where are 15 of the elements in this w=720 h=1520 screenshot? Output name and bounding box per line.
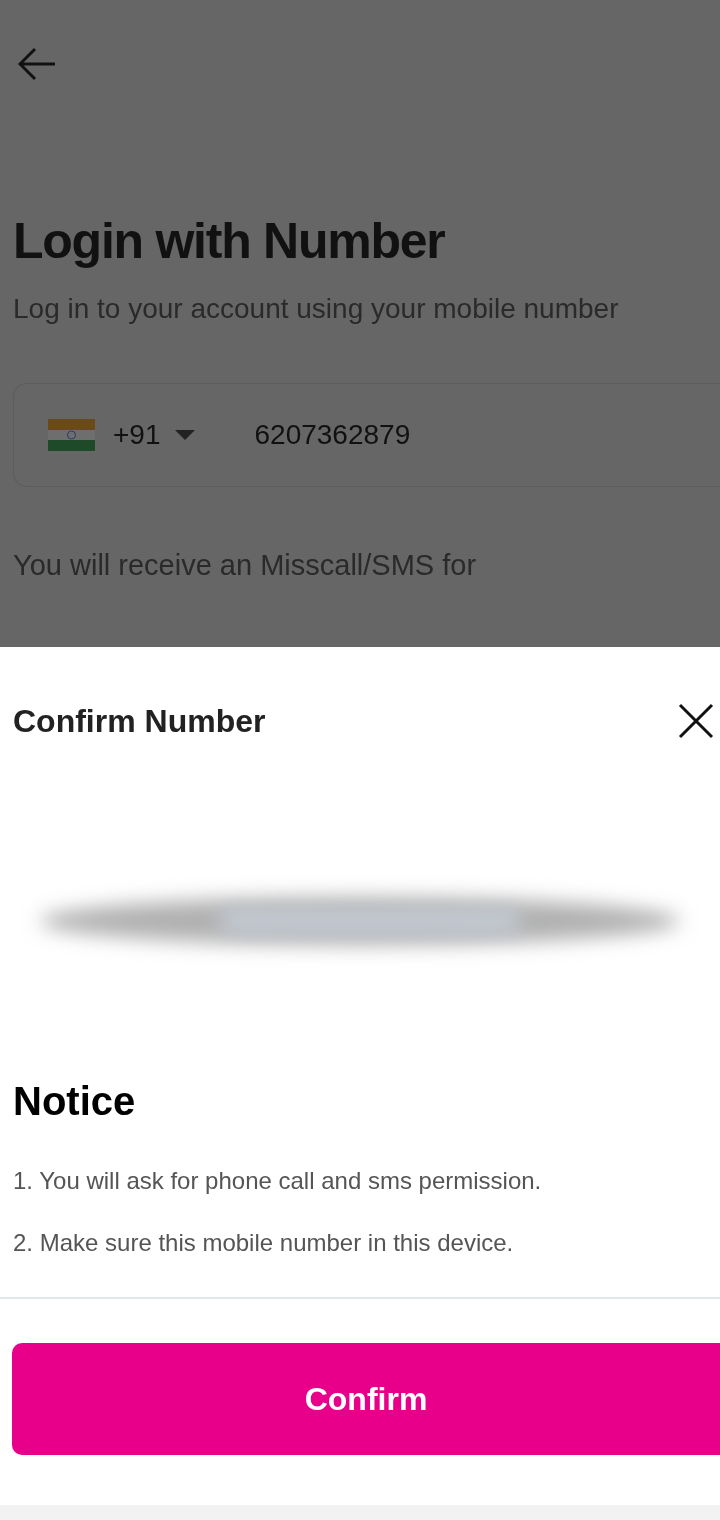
dropdown-caret-icon[interactable] (174, 430, 195, 440)
sheet-title: Confirm Number (13, 702, 266, 741)
confirm-button[interactable]: Confirm (12, 1343, 720, 1455)
notice-title: Notice (12, 1078, 137, 1125)
back-icon[interactable] (18, 47, 56, 81)
notice-item: 1. You will ask for phone call and sms permission. (13, 1166, 543, 1196)
flag-icon (48, 419, 95, 451)
page-subtitle: Log in to your account using your mobile number (13, 292, 620, 326)
phone-number-value[interactable]: 6207362879 (254, 414, 411, 456)
country-code[interactable]: +91 (113, 414, 161, 456)
notice-item: 2. Make sure this mobile number in this device. (13, 1228, 515, 1258)
page-title: Login with Number (13, 212, 446, 271)
close-icon[interactable] (678, 703, 714, 739)
info-text: You will receive an Misscall/SMS for (13, 548, 478, 583)
phone-field[interactable]: +91 6207362879 (13, 383, 720, 487)
